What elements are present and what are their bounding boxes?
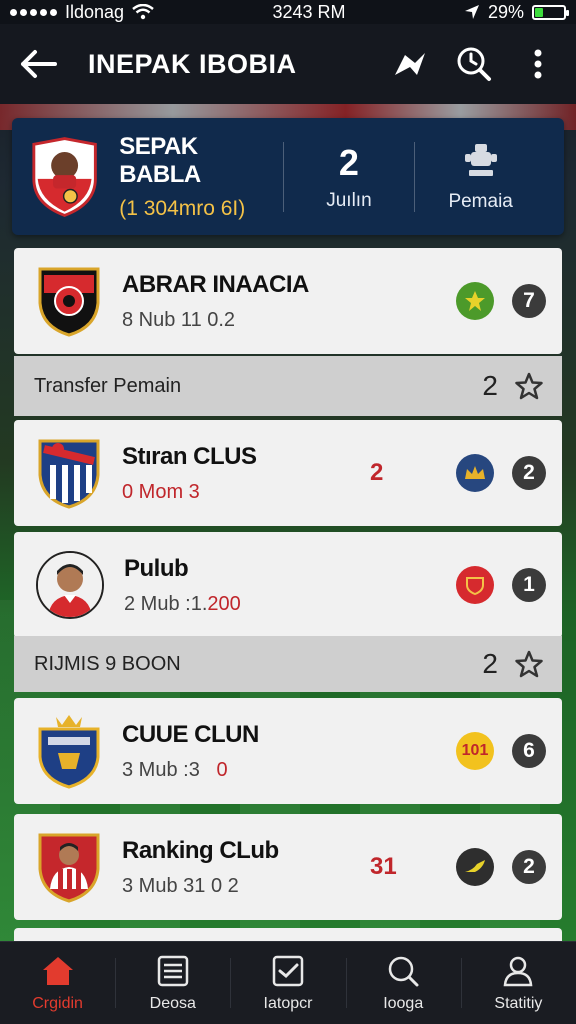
- club-badge-icon: [38, 715, 100, 789]
- club-header-card[interactable]: SEPAK BABLA (1 304mro 6I) 2 Juılın Pemai…: [12, 118, 564, 235]
- share-icon: [395, 53, 425, 75]
- nav-label: Iatopcr: [263, 995, 313, 1012]
- list-item[interactable]: Stıran CLUS 0 Mom 3 2 2: [14, 420, 562, 526]
- nav-label: Statitiy: [494, 995, 543, 1012]
- score-value: 31: [370, 853, 397, 880]
- checkbox-icon: [272, 955, 304, 987]
- nav-label: Deosa: [149, 995, 196, 1012]
- trophy-icon: [464, 144, 497, 176]
- nav-profile[interactable]: Statitiy: [460, 942, 576, 1024]
- club-badge-icon: [38, 439, 100, 509]
- dark-boot-icon: [456, 848, 494, 886]
- stat-value: 2: [338, 141, 359, 183]
- green-star-icon: [456, 282, 494, 320]
- club-name: SEPAK BABLA: [119, 132, 201, 188]
- player-name: Pulub: [124, 554, 189, 582]
- stat-total: 2 Juılın: [284, 142, 415, 212]
- nav-label: Crgidin: [32, 995, 83, 1012]
- section-rijmis[interactable]: RIJMIS 9 BOON 2: [14, 636, 562, 692]
- list-icon: [157, 955, 189, 987]
- player-badge-icon: [38, 833, 100, 903]
- club-meta: 3 Mub 31 0 2: [122, 874, 239, 897]
- signal-dots-icon: [10, 8, 57, 16]
- nav-checkbox[interactable]: Iatopcr: [230, 942, 345, 1024]
- count-badge: 2: [512, 456, 546, 490]
- bottom-navigation: Crgidin Deosa Iatopcr Iooga Statitiy: [0, 941, 576, 1024]
- nav-list[interactable]: Deosa: [115, 942, 230, 1024]
- battery-percent: 29%: [487, 1, 524, 22]
- clock-search-icon: [457, 47, 491, 81]
- clock-label: 3243 RM: [272, 1, 346, 22]
- section-transfer[interactable]: Transfer Pemain 2: [14, 356, 562, 416]
- more-menu-button[interactable]: [518, 44, 558, 84]
- player-avatar: [36, 551, 104, 619]
- profile-icon: [504, 956, 533, 987]
- page-title: INEPAK IBOBIA: [88, 48, 297, 79]
- list-item[interactable]: Pulub 2 Mub :1.200 1: [14, 532, 562, 638]
- back-button[interactable]: [18, 44, 58, 84]
- battery-icon: [531, 4, 569, 20]
- carrier-label: Ildonag: [65, 1, 125, 22]
- section-count: 2: [482, 648, 498, 679]
- star-icon[interactable]: [514, 649, 544, 679]
- club-subtitle: (1 304mro 6I): [119, 196, 246, 220]
- more-vertical-icon: [534, 49, 542, 79]
- players-label: Pemaia: [448, 191, 513, 212]
- players-link[interactable]: Pemaia: [415, 140, 546, 213]
- count-badge: 2: [512, 850, 546, 884]
- club-badge-icon: [38, 267, 100, 337]
- club-meta: 8 Nub 11 0.2: [122, 308, 236, 331]
- count-badge: 7: [512, 284, 546, 318]
- club-name: ABRAR INAACIA: [122, 270, 309, 298]
- back-arrow-icon: [21, 50, 57, 78]
- wifi-icon: [132, 4, 154, 20]
- club-name: CUUE CLUN: [122, 720, 259, 748]
- location-arrow-icon: [464, 5, 479, 19]
- list-item[interactable]: Ranking CLub 3 Mub 31 0 2 31 2: [14, 814, 562, 920]
- club-name: Stıran CLUS: [122, 442, 257, 470]
- nav-label: Iooga: [383, 995, 424, 1012]
- section-count: 2: [482, 370, 498, 401]
- history-search-button[interactable]: [454, 44, 494, 84]
- stat-label: Juılın: [326, 189, 372, 211]
- app-bar: INEPAK IBOBIA: [0, 24, 576, 104]
- search-icon: [388, 956, 419, 987]
- nav-home[interactable]: Crgidin: [0, 942, 115, 1024]
- nav-search[interactable]: Iooga: [345, 942, 461, 1024]
- list-item[interactable]: ABRAR INAACIA 8 Nub 11 0.2 7: [14, 248, 562, 354]
- red-shield-icon: [456, 566, 494, 604]
- count-badge: 1: [512, 568, 546, 602]
- club-meta: 0 Mom 3: [122, 480, 200, 503]
- score-value: 2: [370, 459, 384, 486]
- player-meta: 2 Mub :1.200: [124, 592, 241, 615]
- blue-crown-icon: [456, 454, 494, 492]
- section-label: RIJMIS 9 BOON: [34, 652, 181, 675]
- yellow-badge-icon: 101: [456, 732, 494, 770]
- home-icon: [42, 957, 73, 985]
- star-icon[interactable]: [514, 371, 544, 401]
- status-bar: Ildonag 3243 RM 29%: [0, 0, 576, 24]
- club-crest-icon: [32, 136, 97, 217]
- share-button[interactable]: [390, 44, 430, 84]
- club-meta: 3 Mub :3 0: [122, 758, 228, 781]
- section-label: Transfer Pemain: [34, 374, 182, 397]
- list-item[interactable]: CUUE CLUN 3 Mub :3 0 101 6: [14, 698, 562, 804]
- count-badge: 6: [512, 734, 546, 768]
- club-name: Ranking CLub: [122, 836, 279, 864]
